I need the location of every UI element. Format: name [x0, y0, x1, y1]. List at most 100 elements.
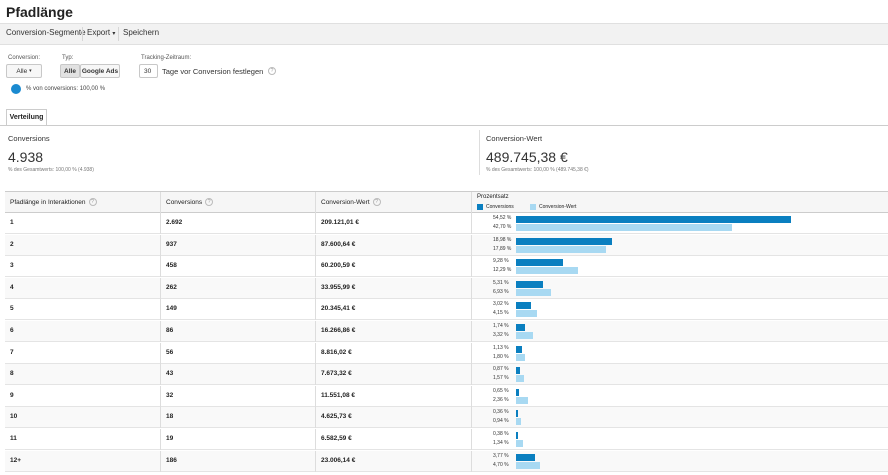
path-length-cell: 9 [10, 391, 14, 399]
tracking-days-input[interactable]: 30 [139, 64, 158, 78]
conversions-bar [516, 367, 521, 375]
path-length-cell: 10 [10, 413, 18, 421]
legend-value-label: Conversion-Wert [539, 204, 577, 210]
table-row: 12+ 186 23.006,14 € 3,77 % 4,70 % [5, 450, 888, 472]
column-divider [471, 321, 472, 342]
conversion-segments-button[interactable]: Conversion-Segmente [6, 28, 86, 37]
column-divider [471, 385, 472, 407]
column-divider [315, 277, 316, 299]
conversion-value-cell: 23.006,14 € [321, 456, 356, 464]
export-button[interactable]: Export ▾ [87, 28, 115, 37]
export-label: Export [87, 28, 111, 37]
percent-value-label: 42,70 % [493, 224, 512, 230]
path-length-cell: 5 [10, 305, 14, 313]
column-divider [471, 213, 472, 234]
path-length-cell: 11 [10, 435, 17, 442]
conversion-value-cell: 11.551,08 € [321, 391, 355, 399]
toolbar-divider [82, 27, 83, 41]
header-conversion-value[interactable]: Conversion-Wert? [321, 198, 381, 206]
percent-conversions-label: 5,31 % [493, 279, 509, 286]
column-divider [160, 321, 161, 342]
segment-dot-icon[interactable] [11, 84, 21, 94]
page-title: Pfadlänge [6, 4, 73, 20]
percent-value-label: 1,80 % [493, 353, 509, 360]
conversions-metric-title: Conversions [8, 134, 50, 143]
percent-conversions-label: 3,77 % [493, 452, 509, 459]
table-row: 8 43 7.673,32 € 0,87 % 1,57 % [5, 364, 888, 386]
percent-value-label: 1,34 % [493, 440, 509, 446]
help-icon[interactable]: ? [205, 198, 214, 206]
percent-value-label: 6,93 % [493, 288, 509, 295]
percent-conversions-label: 9,28 % [493, 258, 509, 265]
chevron-down-icon: ▾ [112, 31, 116, 37]
conversion-value-cell: 87.600,64 € [321, 240, 356, 248]
percent-value-label: 3,32 % [493, 332, 509, 338]
header-conversions[interactable]: Conversions? [166, 198, 214, 206]
column-divider [315, 321, 316, 342]
conversions-cell: 937 [166, 240, 177, 248]
conversions-bar [516, 453, 536, 461]
column-divider [471, 299, 472, 321]
tracking-period-label: Tracking-Zeitraum: [141, 55, 192, 61]
conversion-dropdown-value: Alle [16, 67, 28, 75]
help-icon[interactable]: ? [268, 67, 276, 75]
conversion-value-bar [516, 396, 528, 404]
column-divider [471, 342, 472, 364]
column-divider [160, 213, 161, 234]
save-button[interactable]: Speichern [123, 28, 159, 37]
conversion-value-bar [516, 332, 533, 339]
column-divider [160, 299, 161, 321]
conversion-value-cell: 20.345,41 € [321, 305, 356, 313]
conversions-cell: 458 [166, 262, 177, 270]
conversion-value-bar [516, 418, 521, 426]
conversions-bar [516, 432, 518, 439]
type-google-ads-button[interactable]: Google Ads [80, 64, 120, 78]
column-divider [160, 450, 161, 472]
help-icon[interactable]: ? [372, 198, 381, 206]
conversions-cell: 32 [166, 391, 174, 399]
conversion-value-bar [516, 461, 540, 469]
column-divider [315, 429, 316, 450]
column-divider [471, 192, 472, 214]
conversion-value-bar [516, 245, 607, 253]
conversions-cell: 43 [166, 370, 174, 378]
path-length-cell: 6 [10, 327, 14, 334]
column-divider [315, 385, 316, 407]
conversions-bar [516, 216, 792, 223]
column-divider [315, 256, 316, 278]
column-divider [315, 299, 316, 321]
percent-value-label: 17,89 % [493, 245, 512, 252]
column-divider [160, 385, 161, 407]
percent-conversions-label: 1,13 % [493, 344, 509, 351]
conversions-cell: 18 [166, 413, 174, 421]
help-icon[interactable]: ? [88, 198, 97, 206]
percent-conversions-label: 54,52 % [493, 215, 512, 221]
conversion-value-cell: 4.625,73 € [321, 413, 352, 421]
tab-verteilung[interactable]: Verteilung [6, 109, 47, 125]
value-metric-sub: % des Gesamtwerts: 100,00 % (489.745,38 … [486, 167, 589, 173]
column-divider [315, 407, 316, 429]
percent-conversions-label: 18,98 % [493, 236, 512, 243]
conversions-bar [516, 280, 543, 288]
path-length-cell: 3 [10, 262, 14, 270]
table-row: 1 2.692 209.121,01 € 54,52 % 42,70 % [5, 213, 888, 234]
table-row: 2 937 87.600,64 € 18,98 % 17,89 % [5, 234, 888, 256]
header-path-length[interactable]: Pfadlänge in Interaktionen? [10, 198, 97, 206]
header-conversion-value-label: Conversion-Wert [321, 198, 370, 206]
conversions-bar [516, 237, 612, 245]
column-divider [471, 277, 472, 299]
type-all-button[interactable]: Alle [60, 64, 80, 78]
conversions-bar [516, 302, 532, 310]
column-divider [315, 364, 316, 386]
conversion-value-bar [516, 375, 524, 383]
conversion-dropdown[interactable]: Alle ▾ [6, 64, 42, 78]
conversions-cell: 149 [166, 305, 177, 313]
conversions-metric-value: 4.938 [8, 149, 44, 165]
value-metric-title: Conversion-Wert [486, 134, 543, 143]
column-divider [315, 342, 316, 364]
header-conversions-label: Conversions [166, 198, 203, 206]
tab-divider [0, 125, 888, 126]
conversion-value-cell: 6.582,59 € [321, 435, 352, 442]
column-divider [160, 429, 161, 450]
column-divider [471, 364, 472, 386]
